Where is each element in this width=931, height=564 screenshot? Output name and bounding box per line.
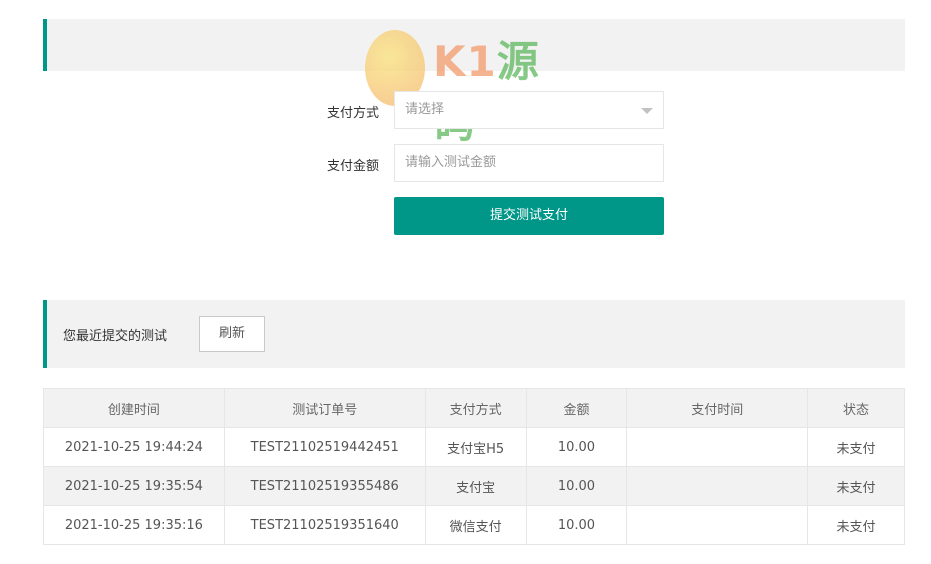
recent-tests-title: 您最近提交的测试 [63,329,168,344]
cell-amount: 10.00 [525,427,628,467]
cell-created-time: 2021-10-25 19:35:54 [43,466,225,506]
cell-created-time: 2021-10-25 19:35:16 [43,505,225,545]
cell-pay-method: 支付宝H5 [424,427,527,467]
refresh-button[interactable]: 刷新 [199,316,265,352]
cell-pay-method: 支付宝 [424,466,527,506]
header-status: 状态 [807,388,905,428]
submit-test-payment-button[interactable]: 提交测试支付 [394,197,664,235]
cell-status: 未支付 [807,466,905,506]
header-pay-method: 支付方式 [424,388,527,428]
amount-label: 支付金额 [326,159,379,174]
table-row: 2021-10-25 19:35:54 TEST21102519355486 支… [43,466,905,506]
header-pay-time: 支付时间 [626,388,809,428]
cell-pay-time [626,427,809,467]
table-row: 2021-10-25 19:35:16 TEST21102519351640 微… [43,505,905,545]
recent-tests-table: 创建时间 测试订单号 支付方式 金额 支付时间 状态 2021-10-25 19… [43,388,905,545]
cell-order-no: TEST21102519351640 [223,505,426,545]
header-panel [43,19,905,71]
header-order-no: 测试订单号 [223,388,426,428]
cell-status: 未支付 [807,505,905,545]
amount-input[interactable]: 请输入测试金额 [394,144,664,182]
header-amount: 金额 [525,388,628,428]
cell-pay-time [626,466,809,506]
table-row: 2021-10-25 19:44:24 TEST21102519442451 支… [43,427,905,467]
pay-method-label: 支付方式 [326,106,379,121]
cell-pay-time [626,505,809,545]
cell-status: 未支付 [807,427,905,467]
cell-order-no: TEST21102519442451 [223,427,426,467]
table-header-row: 创建时间 测试订单号 支付方式 金额 支付时间 状态 [43,388,905,428]
cell-created-time: 2021-10-25 19:44:24 [43,427,225,467]
header-created-time: 创建时间 [43,388,225,428]
chevron-down-icon [641,108,653,114]
amount-placeholder: 请输入测试金额 [405,155,497,170]
pay-method-placeholder: 请选择 [405,102,445,117]
cell-amount: 10.00 [525,466,628,506]
recent-tests-panel: 您最近提交的测试 刷新 [43,300,905,368]
cell-amount: 10.00 [525,505,628,545]
cell-order-no: TEST21102519355486 [223,466,426,506]
cell-pay-method: 微信支付 [424,505,527,545]
pay-method-select[interactable]: 请选择 [394,91,664,129]
